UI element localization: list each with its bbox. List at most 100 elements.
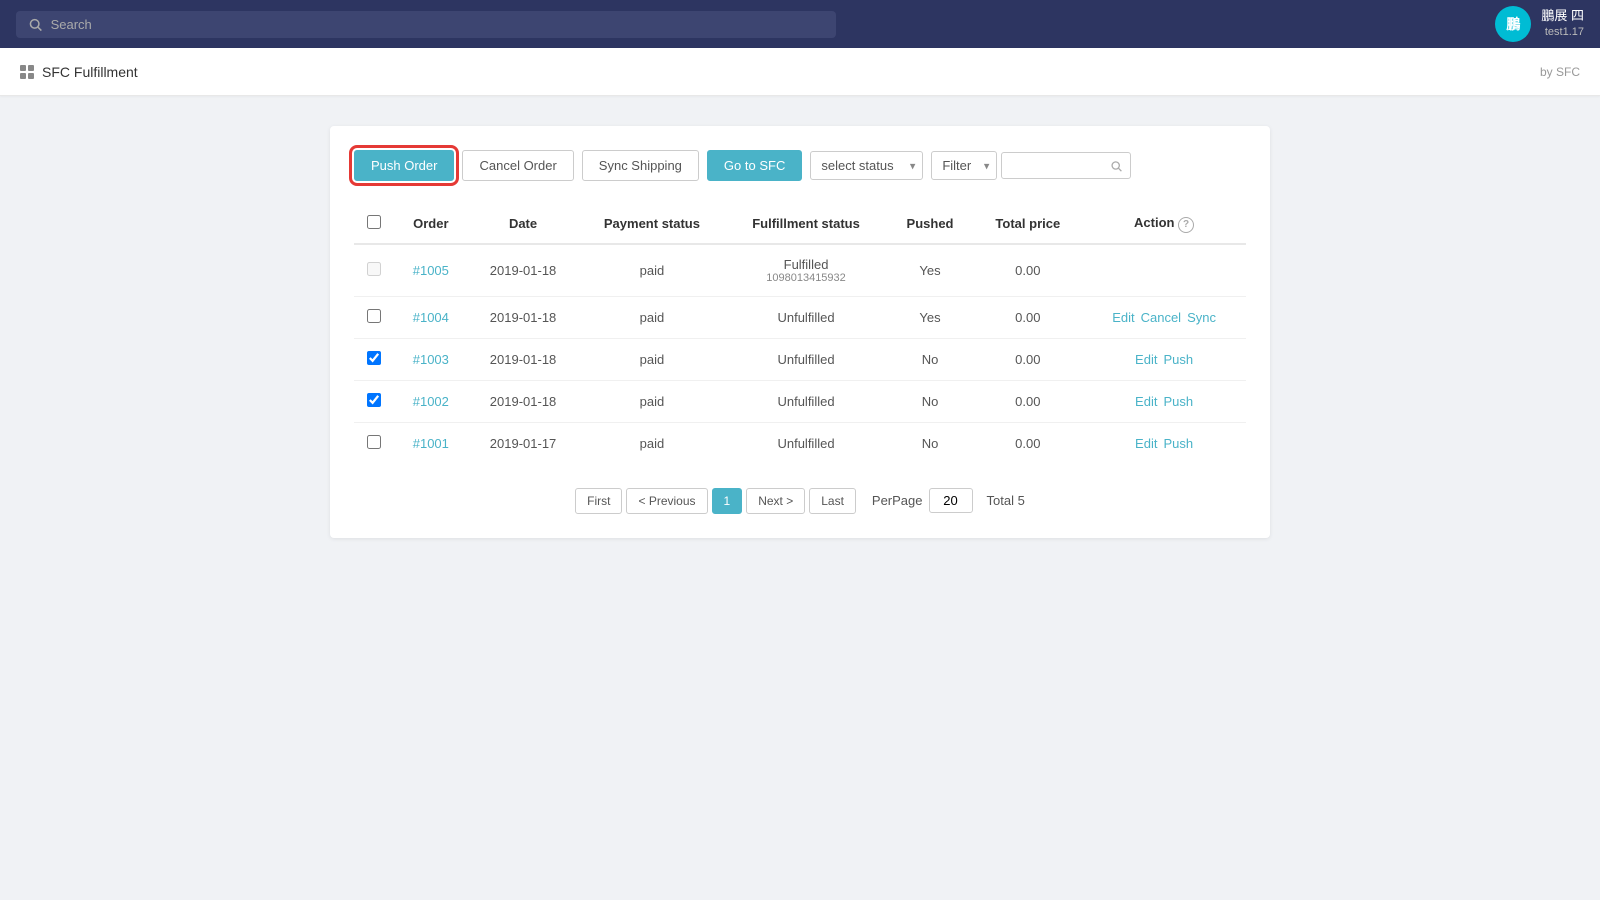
push-order-button[interactable]: Push Order bbox=[354, 150, 454, 181]
pushed-status: Yes bbox=[887, 244, 974, 297]
order-link[interactable]: #1004 bbox=[413, 310, 449, 325]
table-row: #10042019-01-18paidUnfulfilledYes0.00Edi… bbox=[354, 296, 1246, 338]
filter-wrap: Filter Order Date bbox=[931, 151, 1131, 180]
total-price: 0.00 bbox=[973, 380, 1082, 422]
filter-select[interactable]: Filter Order Date bbox=[931, 151, 997, 180]
row-checkbox[interactable] bbox=[367, 351, 381, 365]
payment-status: paid bbox=[578, 244, 725, 297]
select-all-checkbox[interactable] bbox=[367, 215, 381, 229]
table-body: #10052019-01-18paidFulfilled109801341593… bbox=[354, 244, 1246, 464]
fulfillment-status: Unfulfilled bbox=[725, 380, 886, 422]
grid-icon bbox=[20, 65, 34, 79]
action-edit-link[interactable]: Edit bbox=[1135, 394, 1157, 409]
perpage-wrap: PerPage Total 5 bbox=[872, 488, 1025, 513]
fulfillment-status: Fulfilled1098013415932 bbox=[725, 244, 886, 297]
fulfillment-status: Unfulfilled bbox=[725, 296, 886, 338]
action-cell: Edit Push bbox=[1082, 422, 1246, 464]
order-link[interactable]: #1005 bbox=[413, 263, 449, 278]
prev-page-button[interactable]: < Previous bbox=[626, 488, 707, 514]
order-link[interactable]: #1002 bbox=[413, 394, 449, 409]
subheader-title: SFC Fulfillment bbox=[42, 64, 138, 80]
row-checkbox[interactable] bbox=[367, 262, 381, 276]
payment-status: paid bbox=[578, 422, 725, 464]
action-cell: Edit Cancel Sync bbox=[1082, 296, 1246, 338]
subheader: SFC Fulfillment by SFC bbox=[0, 48, 1600, 96]
row-checkbox[interactable] bbox=[367, 435, 381, 449]
subheader-left: SFC Fulfillment bbox=[20, 64, 138, 80]
col-payment: Payment status bbox=[578, 205, 725, 244]
payment-status: paid bbox=[578, 296, 725, 338]
order-date: 2019-01-18 bbox=[468, 380, 579, 422]
cancel-order-button[interactable]: Cancel Order bbox=[462, 150, 573, 181]
action-push-link[interactable]: Push bbox=[1163, 436, 1193, 451]
toolbar: Push Order Cancel Order Sync Shipping Go… bbox=[354, 150, 1246, 181]
action-edit-link[interactable]: Edit bbox=[1112, 310, 1134, 325]
total-label: Total 5 bbox=[987, 493, 1025, 508]
top-nav: 鵬 鵬展 四 test1.17 bbox=[0, 0, 1600, 48]
subheader-right: by SFC bbox=[1540, 65, 1580, 79]
action-push-link[interactable]: Push bbox=[1163, 352, 1193, 367]
fulfillment-status: Unfulfilled bbox=[725, 338, 886, 380]
col-fulfillment: Fulfillment status bbox=[725, 205, 886, 244]
search-icon bbox=[28, 17, 43, 32]
order-link[interactable]: #1001 bbox=[413, 436, 449, 451]
user-area: 鵬 鵬展 四 test1.17 bbox=[1495, 6, 1584, 42]
table-row: #1005 2019-01-18paidFulfilled109801341593… bbox=[354, 244, 1246, 297]
orders-table: Order Date Payment status Fulfillment st… bbox=[354, 205, 1246, 464]
row-checkbox[interactable] bbox=[367, 393, 381, 407]
sync-shipping-button[interactable]: Sync Shipping bbox=[582, 150, 699, 181]
first-page-button[interactable]: First bbox=[575, 488, 622, 514]
pushed-status: No bbox=[887, 422, 974, 464]
action-cancel-link[interactable]: Cancel bbox=[1141, 310, 1181, 325]
payment-status: paid bbox=[578, 338, 725, 380]
col-date: Date bbox=[468, 205, 579, 244]
order-date: 2019-01-18 bbox=[468, 244, 579, 297]
order-date: 2019-01-18 bbox=[468, 296, 579, 338]
filter-search-wrap[interactable] bbox=[1001, 152, 1131, 179]
col-total: Total price bbox=[973, 205, 1082, 244]
fulfillment-status: Unfulfilled bbox=[725, 422, 886, 464]
action-edit-link[interactable]: Edit bbox=[1135, 436, 1157, 451]
pagination: First < Previous 1 Next > Last PerPage T… bbox=[354, 488, 1246, 514]
total-price: 0.00 bbox=[973, 296, 1082, 338]
fulfillment-sub: 1098013415932 bbox=[737, 272, 874, 284]
perpage-input[interactable] bbox=[929, 488, 973, 513]
status-select[interactable]: select status paid unpaid pending bbox=[810, 151, 923, 180]
order-date: 2019-01-18 bbox=[468, 338, 579, 380]
action-cell: Edit Push bbox=[1082, 380, 1246, 422]
total-price: 0.00 bbox=[973, 422, 1082, 464]
table-row: #10022019-01-18paidUnfulfilledNo0.00Edit… bbox=[354, 380, 1246, 422]
current-page-button[interactable]: 1 bbox=[712, 488, 743, 514]
table-row: #10012019-01-17paidUnfulfilledNo0.00Edit… bbox=[354, 422, 1246, 464]
order-link[interactable]: #1003 bbox=[413, 352, 449, 367]
user-sub: test1.17 bbox=[1541, 25, 1584, 39]
total-price: 0.00 bbox=[973, 244, 1082, 297]
col-order: Order bbox=[394, 205, 468, 244]
filter-search-input[interactable] bbox=[1010, 158, 1110, 173]
row-checkbox[interactable] bbox=[367, 309, 381, 323]
col-checkbox bbox=[354, 205, 394, 244]
total-price: 0.00 bbox=[973, 338, 1082, 380]
next-page-button[interactable]: Next > bbox=[746, 488, 805, 514]
last-page-button[interactable]: Last bbox=[809, 488, 856, 514]
search-bar[interactable] bbox=[16, 11, 836, 38]
action-push-link[interactable]: Push bbox=[1163, 394, 1193, 409]
user-name: 鵬展 四 bbox=[1541, 8, 1584, 25]
avatar: 鵬 bbox=[1495, 6, 1531, 42]
payment-status: paid bbox=[578, 380, 725, 422]
user-info: 鵬展 四 test1.17 bbox=[1541, 8, 1584, 39]
action-cell bbox=[1082, 244, 1246, 297]
card: Push Order Cancel Order Sync Shipping Go… bbox=[330, 126, 1270, 538]
pushed-status: No bbox=[887, 338, 974, 380]
table-row: #1003 2019-01-18paidUnfulfilledNo0.00 Edit… bbox=[354, 338, 1246, 380]
search-input[interactable] bbox=[51, 17, 824, 32]
main-content: Push Order Cancel Order Sync Shipping Go… bbox=[0, 96, 1600, 568]
table-header: Order Date Payment status Fulfillment st… bbox=[354, 205, 1246, 244]
action-help-icon[interactable]: ? bbox=[1178, 217, 1194, 233]
col-action: Action ? bbox=[1082, 205, 1246, 244]
pushed-status: No bbox=[887, 380, 974, 422]
filter-search-icon bbox=[1110, 159, 1122, 173]
go-to-sfc-button[interactable]: Go to SFC bbox=[707, 150, 802, 181]
action-edit-link[interactable]: Edit bbox=[1135, 352, 1157, 367]
action-sync-link[interactable]: Sync bbox=[1187, 310, 1216, 325]
